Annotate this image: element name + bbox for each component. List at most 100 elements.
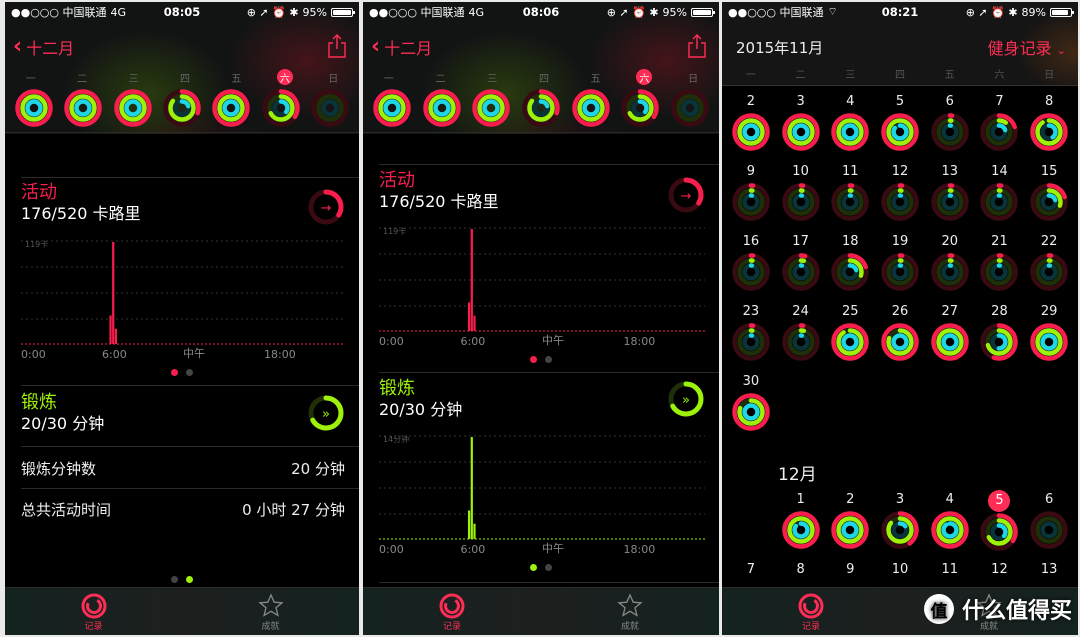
- weekday-label[interactable]: 二: [430, 69, 452, 85]
- calendar-day[interactable]: 5: [975, 490, 1025, 560]
- calendar-day[interactable]: 17: [776, 232, 826, 302]
- tab-history[interactable]: 记录: [5, 588, 182, 635]
- day-rings[interactable]: [670, 88, 710, 128]
- day-rings[interactable]: [310, 88, 350, 128]
- calendar-day[interactable]: 25: [825, 302, 875, 372]
- day-rings[interactable]: [930, 182, 970, 222]
- weekday-label[interactable]: 三: [123, 69, 145, 85]
- calendar-day[interactable]: 29: [1024, 302, 1074, 372]
- day-rings[interactable]: [731, 392, 771, 432]
- day-rings[interactable]: [571, 88, 611, 128]
- weekday-label[interactable]: 日: [682, 69, 704, 85]
- day-rings[interactable]: [162, 88, 202, 128]
- calendar-day[interactable]: 30: [726, 372, 776, 442]
- back-button[interactable]: ‹ 十二月: [371, 35, 432, 59]
- day-rings[interactable]: [422, 88, 462, 128]
- calendar-day[interactable]: 1: [776, 490, 826, 560]
- weekday-label[interactable]: 六: [276, 69, 293, 85]
- exercise-card[interactable]: 锻炼 20/30 分钟 »: [21, 392, 345, 434]
- weekday-label[interactable]: 六: [636, 69, 653, 85]
- calendar-day[interactable]: 26: [875, 302, 925, 372]
- page-indicator[interactable]: [363, 356, 719, 363]
- day-rings[interactable]: [63, 88, 103, 128]
- calendar-day[interactable]: 19: [875, 232, 925, 302]
- calendar-day[interactable]: 10: [776, 162, 826, 232]
- calendar-day[interactable]: 16: [726, 232, 776, 302]
- calendar-day[interactable]: 6: [1024, 490, 1074, 560]
- day-rings[interactable]: [979, 512, 1019, 552]
- activity-card[interactable]: 活动 176/520 卡路里 →: [379, 170, 705, 213]
- share-icon[interactable]: [687, 34, 707, 58]
- exercise-card[interactable]: 锻炼 20/30 分钟 »: [379, 378, 705, 420]
- day-rings[interactable]: [781, 322, 821, 362]
- calendar-day[interactable]: 12: [875, 162, 925, 232]
- weekday-label[interactable]: 四: [533, 69, 555, 85]
- calendar-day[interactable]: 5: [875, 92, 925, 162]
- calendar-day[interactable]: 4: [925, 490, 975, 560]
- day-rings[interactable]: [731, 112, 771, 152]
- calendar-day[interactable]: 27: [925, 302, 975, 372]
- calendar-day[interactable]: 22: [1024, 232, 1074, 302]
- day-rings[interactable]: [372, 88, 412, 128]
- filter-dropdown[interactable]: 健身记录 ⌄: [988, 35, 1066, 59]
- day-rings[interactable]: [979, 182, 1019, 222]
- calendar-day[interactable]: 20: [925, 232, 975, 302]
- share-icon[interactable]: [327, 34, 347, 58]
- day-rings[interactable]: [1029, 510, 1069, 550]
- day-rings[interactable]: [731, 252, 771, 292]
- calendar-day[interactable]: 2: [726, 92, 776, 162]
- day-rings[interactable]: [830, 182, 870, 222]
- calendar-day[interactable]: 3: [875, 490, 925, 560]
- calendar-day[interactable]: 24: [776, 302, 826, 372]
- day-rings[interactable]: [880, 112, 920, 152]
- calendar-day[interactable]: 14: [975, 162, 1025, 232]
- weekday-label[interactable]: 五: [585, 69, 607, 85]
- weekday-label[interactable]: 四: [174, 69, 196, 85]
- calendar-day[interactable]: 11: [825, 162, 875, 232]
- tab-achievements[interactable]: 成就: [541, 588, 719, 635]
- calendar-day[interactable]: 21: [975, 232, 1025, 302]
- day-rings[interactable]: [930, 252, 970, 292]
- page-indicator[interactable]: [363, 564, 719, 571]
- weekday-label[interactable]: 二: [71, 69, 93, 85]
- day-rings[interactable]: [211, 88, 251, 128]
- calendar-day[interactable]: 4: [825, 92, 875, 162]
- tab-achievements[interactable]: 成就: [182, 588, 359, 635]
- weekday-label[interactable]: 一: [20, 69, 42, 85]
- day-rings[interactable]: [731, 182, 771, 222]
- calendar-day[interactable]: 23: [726, 302, 776, 372]
- day-rings[interactable]: [620, 88, 660, 128]
- day-rings[interactable]: [880, 252, 920, 292]
- calendar-day[interactable]: 15: [1024, 162, 1074, 232]
- day-rings[interactable]: [979, 322, 1019, 362]
- back-button[interactable]: ‹ 十二月: [13, 35, 74, 59]
- calendar-day[interactable]: 13: [925, 162, 975, 232]
- weekday-label[interactable]: 三: [481, 69, 503, 85]
- day-rings[interactable]: [781, 510, 821, 550]
- day-rings[interactable]: [880, 510, 920, 550]
- weekday-label[interactable]: 一: [378, 69, 400, 85]
- weekday-label[interactable]: 日: [322, 69, 344, 85]
- day-rings[interactable]: [781, 252, 821, 292]
- day-rings[interactable]: [1029, 112, 1069, 152]
- calendar-day[interactable]: 8: [1024, 92, 1074, 162]
- calendar-day[interactable]: 3: [776, 92, 826, 162]
- day-rings[interactable]: [930, 510, 970, 550]
- day-rings[interactable]: [521, 88, 561, 128]
- day-rings[interactable]: [830, 510, 870, 550]
- day-rings[interactable]: [471, 88, 511, 128]
- tab-history[interactable]: 记录: [363, 588, 541, 635]
- calendar-day[interactable]: 28: [975, 302, 1025, 372]
- calendar-day[interactable]: 7: [975, 92, 1025, 162]
- day-rings[interactable]: [979, 252, 1019, 292]
- page-indicator[interactable]: [5, 576, 359, 583]
- day-rings[interactable]: [1029, 252, 1069, 292]
- calendar-day[interactable]: 9: [726, 162, 776, 232]
- page-indicator[interactable]: [5, 369, 359, 376]
- weekday-label[interactable]: 五: [225, 69, 247, 85]
- calendar-day[interactable]: 18: [825, 232, 875, 302]
- day-rings[interactable]: [830, 112, 870, 152]
- day-rings[interactable]: [930, 112, 970, 152]
- day-rings[interactable]: [1029, 322, 1069, 362]
- day-rings[interactable]: [880, 182, 920, 222]
